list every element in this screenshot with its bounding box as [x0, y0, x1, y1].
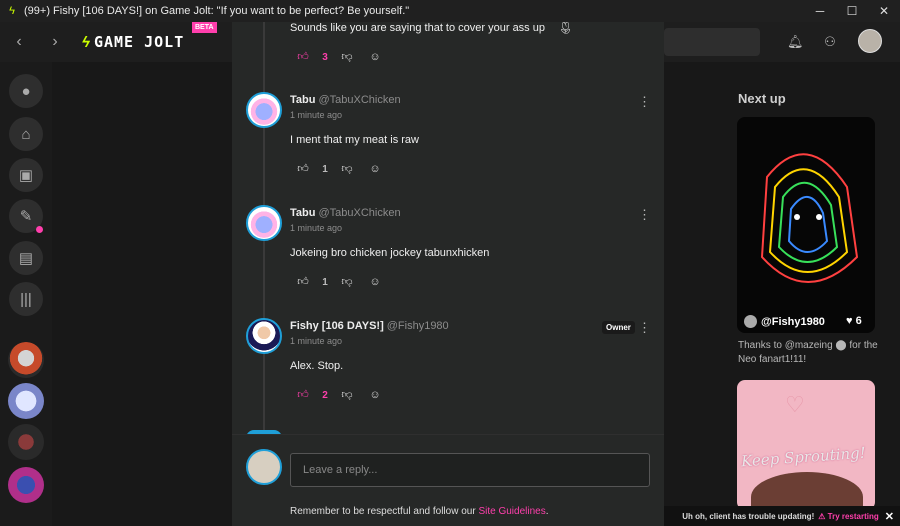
- comments-modal: Sounds like you are saying that to cover…: [232, 22, 664, 526]
- more-options-icon[interactable]: ⋮: [638, 94, 651, 110]
- community-avatar[interactable]: [8, 342, 44, 378]
- user-avatar[interactable]: [858, 29, 882, 53]
- notifications-bell-icon[interactable]: 🔔︎: [787, 34, 804, 50]
- guidelines-note: Remember to be respectful and follow our…: [290, 506, 549, 517]
- try-restarting-link[interactable]: ⚠ Try restarting: [818, 512, 879, 521]
- next-up-heading: Next up: [738, 91, 786, 106]
- close-window-button[interactable]: ✕: [868, 0, 900, 22]
- next-up-card[interactable]: ♡ Keep Sprouting!: [737, 380, 875, 510]
- maximize-button[interactable]: ☐: [836, 0, 868, 22]
- like-icon[interactable]: 👍︎: [296, 388, 310, 402]
- add-reaction-icon[interactable]: ☺: [368, 388, 382, 402]
- comment-item: Tabu @TabuXChicken 1 minute ago ⋮ I ment …: [246, 92, 656, 202]
- comment-avatar[interactable]: [246, 92, 282, 128]
- forward-button[interactable]: ›: [46, 32, 64, 52]
- update-message: Uh oh, client has trouble updating!: [682, 511, 815, 521]
- comment-actions: 👍︎ 1 👎︎ ☺: [296, 162, 382, 176]
- logo-text: GAME JOLT: [93, 33, 185, 51]
- dislike-icon[interactable]: 👎︎: [340, 388, 354, 402]
- like-count: 1: [322, 163, 328, 175]
- card-author[interactable]: @Fishy1980: [744, 315, 825, 328]
- gamejolt-bolt-icon: ϟ: [9, 5, 15, 17]
- like-icon[interactable]: 👍︎: [296, 275, 310, 289]
- dislike-icon[interactable]: 👎︎: [340, 162, 354, 176]
- card-likes-count: 6: [855, 315, 862, 327]
- owner-badge: Owner: [602, 321, 635, 334]
- comment-author[interactable]: Tabu @TabuXChicken: [290, 94, 401, 106]
- add-reaction-icon[interactable]: ☺: [368, 275, 382, 289]
- comment-author[interactable]: Fishy [106 DAYS!] @Fishy1980: [290, 320, 449, 332]
- sidebar-chat-button[interactable]: ▤: [9, 241, 43, 275]
- community-avatar[interactable]: [8, 424, 44, 460]
- back-button[interactable]: ‹: [10, 32, 28, 52]
- comment-item: Fishy [106 DAYS!] @Fishy1980 Owner 1 minu…: [246, 318, 656, 428]
- comment-actions: 👍︎ 1 👎︎ ☺: [296, 275, 382, 289]
- window-title-bar: ϟ (99+) Fishy [106 DAYS!] on Game Jolt: …: [0, 0, 900, 22]
- friends-icon[interactable]: ⚇: [822, 34, 838, 50]
- comment-time: 1 minute ago: [290, 336, 343, 346]
- minimize-button[interactable]: ─: [804, 0, 836, 22]
- search-input[interactable]: [664, 28, 760, 56]
- comment-body: Jokeing bro chicken jockey tabunxhicken: [290, 247, 490, 259]
- sidebar-shop-button[interactable]: ⌂: [9, 117, 43, 151]
- comment-actions: 👍︎ 2 👎︎ ☺: [296, 388, 382, 402]
- fanart-image: [760, 153, 859, 283]
- comment-item: Sounds like you are saying that to cover…: [246, 22, 656, 90]
- logo-bolt-icon: ϟ: [82, 33, 90, 51]
- comment-avatar[interactable]: [246, 205, 282, 241]
- comment-body: I ment that my meat is raw: [290, 134, 419, 146]
- like-count: 3: [322, 51, 328, 63]
- comment-time: 1 minute ago: [290, 110, 343, 120]
- comment-time: 1 minute ago: [290, 223, 343, 233]
- community-avatar[interactable]: [8, 467, 44, 503]
- community-avatar[interactable]: [8, 383, 44, 419]
- card-caption: Thanks to @mazeing ⬤ for the Neo fanart1…: [738, 340, 878, 365]
- current-user-avatar: [246, 449, 282, 485]
- heart-doodle-icon: ♡: [785, 392, 805, 417]
- more-options-icon[interactable]: ⋮: [638, 207, 651, 223]
- quests-icon: ✎: [19, 208, 33, 225]
- library-icon: |||: [20, 290, 32, 308]
- card2-text: Keep Sprouting!: [740, 443, 867, 471]
- like-icon[interactable]: 👍︎: [296, 162, 310, 176]
- card-likes: ♥ 6: [846, 315, 862, 327]
- gamejolt-logo[interactable]: ϟ GAME JOLT: [82, 33, 184, 51]
- like-icon[interactable]: 👍︎: [296, 50, 310, 64]
- sidebar-backpack-button[interactable]: ▣: [9, 158, 43, 192]
- discover-icon: ●: [21, 82, 31, 100]
- reply-input[interactable]: Leave a reply...: [290, 453, 650, 487]
- emoji-icon: 🌷︎: [558, 22, 574, 35]
- left-sidebar: ● ⌂ ▣ ✎ ▤ |||: [0, 62, 52, 526]
- comment-body: Alex. Stop.: [290, 360, 344, 372]
- comment-item: Tabu @TabuXChicken 1 minute ago ⋮ Jokeing…: [246, 205, 656, 315]
- heart-icon: ♥: [846, 315, 853, 327]
- comment-avatar[interactable]: [246, 318, 282, 354]
- like-count: 1: [322, 276, 328, 288]
- close-update-bar-button[interactable]: ✕: [885, 510, 894, 523]
- dislike-icon[interactable]: 👎︎: [340, 275, 354, 289]
- add-reaction-icon[interactable]: ☺: [368, 162, 382, 176]
- like-count: 2: [322, 389, 328, 401]
- reply-composer: Leave a reply... Remember to be respectf…: [232, 434, 664, 526]
- shop-icon: ⌂: [21, 125, 31, 143]
- backpack-icon: ▣: [18, 167, 34, 184]
- sidebar-library-button[interactable]: |||: [9, 282, 43, 316]
- next-up-card[interactable]: [737, 117, 875, 333]
- comment-actions: 👍︎ 3 👎︎ ☺: [296, 50, 382, 64]
- comment-author[interactable]: Tabu @TabuXChicken: [290, 207, 401, 219]
- sidebar-discover-button[interactable]: ●: [9, 74, 43, 108]
- window-title: (99+) Fishy [106 DAYS!] on Game Jolt: "I…: [24, 5, 410, 17]
- chat-icon: ▤: [18, 250, 34, 267]
- card-author-name: @Fishy1980: [761, 315, 825, 328]
- author-avatar: [744, 315, 757, 328]
- pot-graphic: [751, 472, 863, 510]
- dislike-icon[interactable]: 👎︎: [340, 50, 354, 64]
- notification-dot: [36, 226, 43, 233]
- comment-body: Sounds like you are saying that to cover…: [290, 22, 545, 34]
- more-options-icon[interactable]: ⋮: [638, 320, 651, 336]
- update-warning-bar: Uh oh, client has trouble updating! ⚠ Tr…: [664, 506, 900, 526]
- add-reaction-icon[interactable]: ☺: [368, 50, 382, 64]
- site-guidelines-link[interactable]: Site Guidelines: [478, 506, 545, 517]
- beta-badge: BETA: [192, 22, 217, 33]
